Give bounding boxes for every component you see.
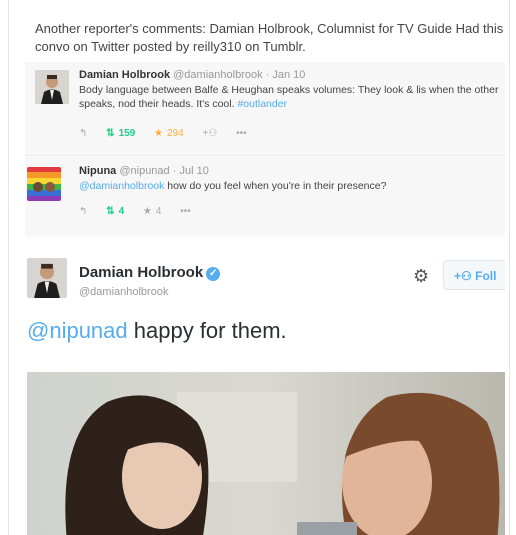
tweet-actions: ↰ ⇅ 4 ★ 4 ••• xyxy=(79,206,207,217)
add-user-icon: +⚇ xyxy=(454,269,472,283)
tweet-date[interactable]: · Jul 10 xyxy=(173,165,209,177)
avatar xyxy=(27,167,61,201)
follow-icon[interactable]: +⚇ xyxy=(202,128,217,139)
favorite-button[interactable]: ★ 4 xyxy=(143,206,162,217)
author-name[interactable]: Damian Holbrook xyxy=(79,69,170,81)
mention-link[interactable]: @nipunad xyxy=(27,318,128,343)
tweet-holbrook-reply: Damian Holbrook ✓ @damianholbrook ⚙ +⚇ Fo… xyxy=(25,238,505,535)
favorite-count: 294 xyxy=(167,128,184,139)
star-icon: ★ xyxy=(142,206,152,217)
post-card: Another reporter's comments: Damian Holb… xyxy=(8,0,510,535)
photo-image xyxy=(27,372,505,535)
author-handle[interactable]: @damianholbrook xyxy=(173,69,262,81)
retweet-icon: ⇅ xyxy=(106,206,115,217)
tweet-body: happy for them. xyxy=(133,318,287,343)
avatar xyxy=(35,70,69,104)
more-icon[interactable]: ••• xyxy=(180,206,191,217)
retweet-icon: ⇅ xyxy=(106,128,115,139)
more-icon[interactable]: ••• xyxy=(236,128,247,139)
tweet-header: Damian Holbrook @damianholbrook · Jan 10 xyxy=(79,69,305,81)
tweet-body: Body language between Balfe & Heughan sp… xyxy=(79,84,499,110)
tweet-actions: ↰ ⇅ 159 ★ 294 +⚇ ••• xyxy=(79,128,263,139)
reply-icon[interactable]: ↰ xyxy=(79,128,87,139)
follow-label: Foll xyxy=(475,269,497,283)
author-name[interactable]: Nipuna xyxy=(79,165,116,177)
hashtag-link[interactable]: #outlander xyxy=(237,98,287,110)
author-handle[interactable]: @damianholbrook xyxy=(79,286,168,298)
tweet-date[interactable]: · Jan 10 xyxy=(266,69,306,81)
tweet-text: Body language between Balfe & Heughan sp… xyxy=(79,83,505,111)
tweet-text: @damianholbrook how do you feel when you… xyxy=(79,179,505,193)
post-caption: Another reporter's comments: Damian Holb… xyxy=(35,21,504,54)
tweet-holbrook-1: Damian Holbrook @damianholbrook · Jan 10… xyxy=(25,62,505,156)
gear-icon[interactable]: ⚙ xyxy=(413,266,429,287)
author-handle[interactable]: @nipunad xyxy=(119,165,169,177)
avatar xyxy=(27,258,67,298)
follow-button[interactable]: +⚇ Foll xyxy=(443,260,505,290)
author-name-row: Damian Holbrook ✓ xyxy=(79,264,221,281)
favorite-button[interactable]: ★ 294 xyxy=(154,128,184,139)
tweet-body: how do you feel when you're in their pre… xyxy=(167,180,387,192)
retweet-count: 4 xyxy=(118,206,125,217)
tweet-photo[interactable] xyxy=(27,372,505,535)
tweet-nipuna: Nipuna @nipunad · Jul 10 @damianholbrook… xyxy=(25,157,505,235)
retweet-count: 159 xyxy=(118,128,136,139)
tweet-text: @nipunad happy for them. xyxy=(27,318,287,344)
retweet-button[interactable]: ⇅ 159 xyxy=(106,128,135,139)
mention-link[interactable]: @damianholbrook xyxy=(79,180,164,192)
tweet-header: Nipuna @nipunad · Jul 10 xyxy=(79,165,209,177)
star-icon: ★ xyxy=(154,128,163,139)
verified-icon: ✓ xyxy=(206,267,221,281)
twitter-screenshot: Damian Holbrook @damianholbrook · Jan 10… xyxy=(25,62,505,535)
reply-icon[interactable]: ↰ xyxy=(79,206,87,217)
retweet-button[interactable]: ⇅ 4 xyxy=(106,206,124,217)
author-name[interactable]: Damian Holbrook xyxy=(79,264,203,281)
favorite-count: 4 xyxy=(155,206,162,217)
